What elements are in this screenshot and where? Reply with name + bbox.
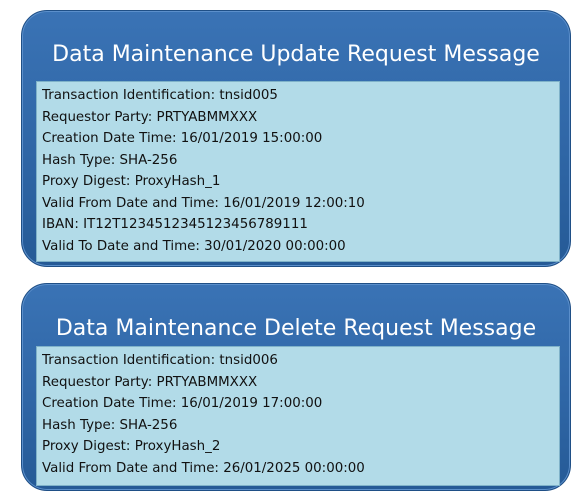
delete-proxy-digest: Proxy Digest: ProxyHash_2 xyxy=(42,439,221,454)
update-proxy-digest: Proxy Digest: ProxyHash_1 xyxy=(42,174,221,189)
update-request-title: Data Maintenance Update Request Message xyxy=(52,42,540,67)
update-request-fields: Transaction Identification: tnsid005 Req… xyxy=(36,81,560,262)
update-transaction-id: Transaction Identification: tnsid005 xyxy=(42,88,278,103)
update-iban: IBAN: IT12T1234512345123456789111 xyxy=(42,217,308,232)
delete-request-card: Data Maintenance Delete Request Message … xyxy=(21,283,571,491)
delete-valid-from: Valid From Date and Time: 26/01/2025 00:… xyxy=(42,460,365,476)
update-hash-type: Hash Type: SHA-256 xyxy=(42,152,178,168)
delete-transaction-id: Transaction Identification: tnsid006 xyxy=(42,353,278,368)
update-valid-from: Valid From Date and Time: 16/01/2019 12:… xyxy=(42,195,365,211)
delete-request-title: Data Maintenance Delete Request Message xyxy=(55,316,537,341)
delete-creation-date-time: Creation Date Time: 16/01/2019 17:00:00 xyxy=(42,396,323,411)
delete-hash-type: Hash Type: SHA-256 xyxy=(42,417,178,433)
update-creation-date-time: Creation Date Time: 16/01/2019 15:00:00 xyxy=(42,131,323,146)
update-request-card: Data Maintenance Update Request Message … xyxy=(21,10,571,267)
delete-request-fields: Transaction Identification: tnsid006 Req… xyxy=(36,346,560,486)
update-requestor-party: Requestor Party: PRTYABMMXXX xyxy=(42,109,258,125)
update-valid-to: Valid To Date and Time: 30/01/2020 00:00… xyxy=(42,238,346,254)
delete-requestor-party: Requestor Party: PRTYABMMXXX xyxy=(42,374,258,390)
